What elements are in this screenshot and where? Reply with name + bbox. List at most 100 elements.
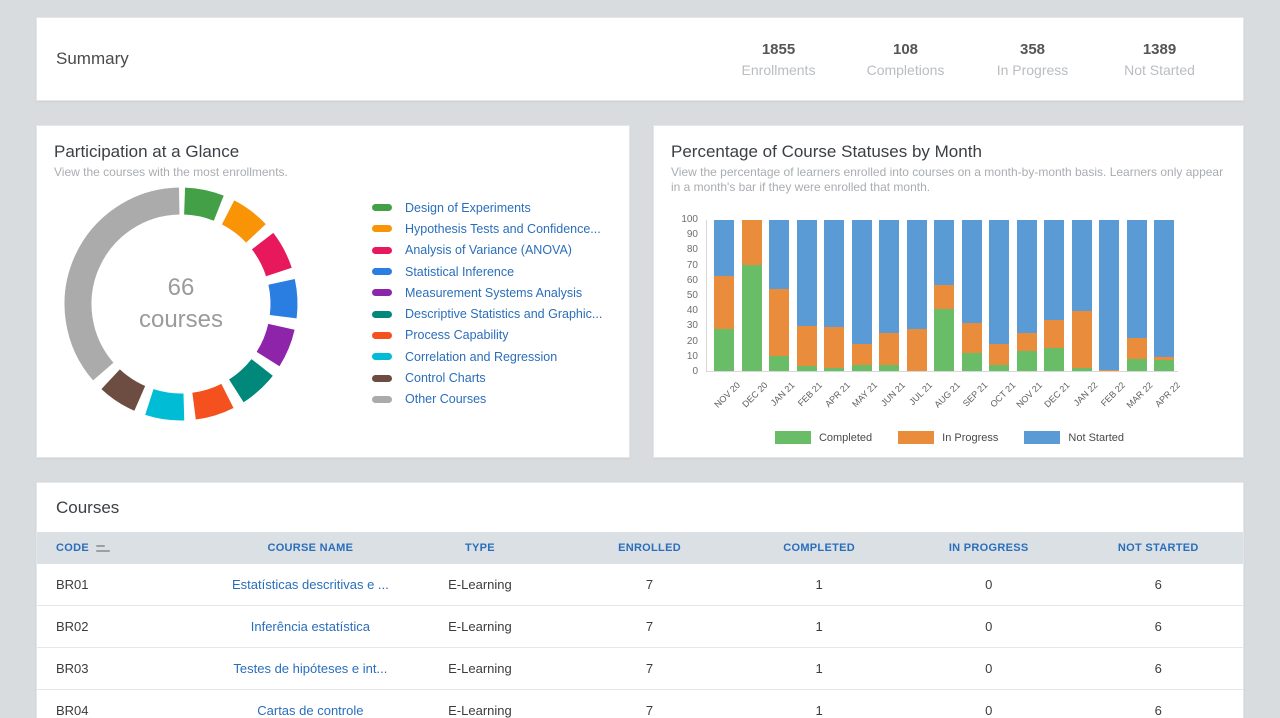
stacked-bar[interactable] bbox=[824, 220, 844, 371]
column-header-label[interactable]: CODE bbox=[56, 542, 89, 554]
bar-segment-in-progress[interactable] bbox=[907, 329, 927, 371]
bar-segment-in-progress[interactable] bbox=[934, 285, 954, 309]
bar-segment-in-progress[interactable] bbox=[962, 323, 982, 353]
donut-chart[interactable] bbox=[61, 184, 301, 424]
donut-segment[interactable] bbox=[228, 212, 256, 233]
bar-segment-completed[interactable] bbox=[934, 309, 954, 371]
bar-segment-in-progress[interactable] bbox=[1099, 370, 1119, 372]
donut-segment[interactable] bbox=[149, 402, 184, 407]
bar-segment-completed[interactable] bbox=[1044, 348, 1064, 371]
bar-segment-in-progress[interactable] bbox=[989, 344, 1009, 365]
donut-legend-item[interactable]: Measurement Systems Analysis bbox=[372, 282, 602, 303]
donut-segment[interactable] bbox=[111, 379, 140, 398]
donut-segment[interactable] bbox=[236, 367, 262, 390]
legend-label[interactable]: Correlation and Regression bbox=[405, 350, 557, 364]
bar-segment-completed[interactable] bbox=[769, 356, 789, 371]
bar-segment-completed[interactable] bbox=[879, 365, 899, 371]
legend-label[interactable]: Analysis of Variance (ANOVA) bbox=[405, 243, 572, 257]
stacked-bar[interactable] bbox=[934, 220, 954, 371]
bar-segment-in-progress[interactable] bbox=[1044, 320, 1064, 349]
column-header-type[interactable]: TYPE bbox=[395, 542, 565, 554]
bar-segment-not-started[interactable] bbox=[1017, 220, 1037, 333]
donut-segment[interactable] bbox=[194, 396, 227, 406]
course-name-link[interactable]: Testes de hipóteses e int... bbox=[233, 661, 387, 676]
bar-segment-completed[interactable] bbox=[1154, 360, 1174, 371]
stacked-bar[interactable] bbox=[962, 220, 982, 371]
column-header-label[interactable]: COURSE NAME bbox=[267, 542, 353, 554]
legend-label[interactable]: Measurement Systems Analysis bbox=[405, 286, 582, 300]
donut-segment[interactable] bbox=[185, 201, 219, 208]
bar-segment-not-started[interactable] bbox=[797, 220, 817, 326]
column-header-course-name[interactable]: COURSE NAME bbox=[226, 542, 396, 554]
stacked-bar[interactable] bbox=[1072, 220, 1092, 371]
stacked-bar[interactable] bbox=[742, 220, 762, 371]
bar-segment-in-progress[interactable] bbox=[879, 333, 899, 365]
donut-legend-item[interactable]: Process Capability bbox=[372, 325, 602, 346]
bar-segment-completed[interactable] bbox=[852, 365, 872, 371]
bar-segment-not-started[interactable] bbox=[1154, 220, 1174, 357]
bar-segment-not-started[interactable] bbox=[852, 220, 872, 344]
bar-segment-in-progress[interactable] bbox=[769, 289, 789, 355]
legend-label[interactable]: Process Capability bbox=[405, 328, 509, 342]
stacked-bar[interactable] bbox=[1127, 220, 1147, 371]
bar-segment-not-started[interactable] bbox=[962, 220, 982, 323]
donut-legend-item[interactable]: Statistical Inference bbox=[372, 261, 602, 282]
stacked-bar[interactable] bbox=[1044, 220, 1064, 371]
donut-segment[interactable] bbox=[282, 282, 284, 317]
bar-segment-in-progress[interactable] bbox=[742, 220, 762, 265]
stacked-bar[interactable] bbox=[907, 220, 927, 371]
stacked-bar[interactable] bbox=[1017, 220, 1037, 371]
stacked-bar[interactable] bbox=[1099, 220, 1119, 371]
column-header-label[interactable]: IN PROGRESS bbox=[949, 542, 1029, 554]
bar-segment-completed[interactable] bbox=[824, 368, 844, 371]
course-name-link[interactable]: Cartas de controle bbox=[257, 703, 363, 718]
donut-legend-item[interactable]: Analysis of Variance (ANOVA) bbox=[372, 240, 602, 261]
donut-legend-item[interactable]: Other Courses bbox=[372, 389, 602, 410]
donut-legend-item[interactable]: Hypothesis Tests and Confidence... bbox=[372, 218, 602, 239]
bar-segment-completed[interactable] bbox=[1127, 359, 1147, 371]
column-header-label[interactable]: COMPLETED bbox=[783, 542, 855, 554]
stacked-bar[interactable] bbox=[769, 220, 789, 371]
donut-segment[interactable] bbox=[263, 241, 279, 272]
bar-segment-completed[interactable] bbox=[962, 353, 982, 371]
bar-segment-not-started[interactable] bbox=[879, 220, 899, 333]
bar-segment-not-started[interactable] bbox=[934, 220, 954, 285]
bar-segment-completed[interactable] bbox=[714, 329, 734, 371]
bar-segment-not-started[interactable] bbox=[989, 220, 1009, 344]
bar-segment-in-progress[interactable] bbox=[1017, 333, 1037, 351]
stacked-bar[interactable] bbox=[714, 220, 734, 371]
bar-segment-not-started[interactable] bbox=[1099, 220, 1119, 370]
legend-label[interactable]: Descriptive Statistics and Graphic... bbox=[405, 307, 602, 321]
bar-segment-in-progress[interactable] bbox=[1072, 311, 1092, 368]
donut-legend-item[interactable]: Control Charts bbox=[372, 367, 602, 388]
legend-label[interactable]: Control Charts bbox=[405, 371, 486, 385]
bar-segment-in-progress[interactable] bbox=[824, 327, 844, 368]
column-header-label[interactable]: TYPE bbox=[465, 542, 495, 554]
stacked-bar[interactable] bbox=[1154, 220, 1174, 371]
donut-segment[interactable] bbox=[268, 327, 281, 359]
legend-label[interactable]: Design of Experiments bbox=[405, 201, 531, 215]
bar-segment-in-progress[interactable] bbox=[797, 326, 817, 367]
bar-segment-completed[interactable] bbox=[742, 265, 762, 371]
bar-segment-not-started[interactable] bbox=[1072, 220, 1092, 311]
column-header-label[interactable]: ENROLLED bbox=[618, 542, 681, 554]
course-name-link[interactable]: Inferência estatística bbox=[251, 619, 370, 634]
bar-segment-completed[interactable] bbox=[1017, 351, 1037, 371]
bar-segment-not-started[interactable] bbox=[769, 220, 789, 289]
stacked-bar[interactable] bbox=[797, 220, 817, 371]
donut-legend-item[interactable]: Descriptive Statistics and Graphic... bbox=[372, 303, 602, 324]
bar-segment-not-started[interactable] bbox=[1044, 220, 1064, 320]
column-header-label[interactable]: NOT STARTED bbox=[1118, 542, 1199, 554]
column-header-in-progress[interactable]: IN PROGRESS bbox=[904, 542, 1074, 554]
stacked-bar[interactable] bbox=[879, 220, 899, 371]
column-header-completed[interactable]: COMPLETED bbox=[734, 542, 904, 554]
bar-segment-in-progress[interactable] bbox=[852, 344, 872, 365]
column-header-code[interactable]: CODE bbox=[37, 542, 226, 554]
bar-segment-in-progress[interactable] bbox=[1127, 338, 1147, 359]
donut-segment[interactable] bbox=[78, 201, 179, 372]
column-header-enrolled[interactable]: ENROLLED bbox=[565, 542, 735, 554]
course-name-link[interactable]: Estatísticas descritivas e ... bbox=[232, 577, 389, 592]
bar-segment-completed[interactable] bbox=[989, 365, 1009, 371]
legend-label[interactable]: Hypothesis Tests and Confidence... bbox=[405, 222, 601, 236]
donut-legend-item[interactable]: Design of Experiments bbox=[372, 197, 602, 218]
